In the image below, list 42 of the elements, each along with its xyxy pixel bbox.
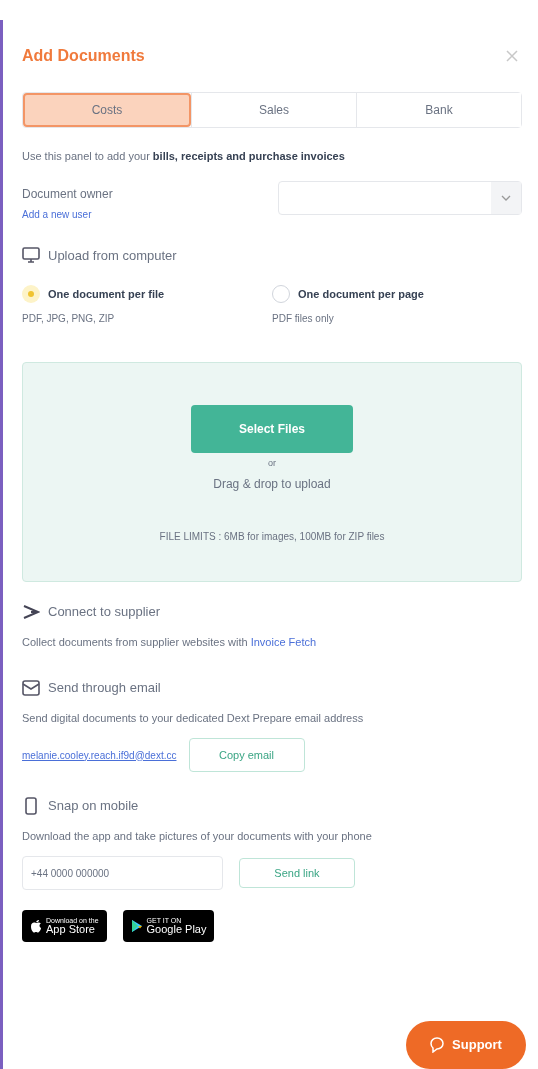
file-limits-text: FILE LIMITS : 6MB for images, 100MB for ZIP files xyxy=(159,529,385,544)
drop-text: Drag & drop to upload xyxy=(213,475,331,493)
copy-email-button[interactable]: Copy email xyxy=(188,738,305,772)
envelope-icon xyxy=(22,679,40,696)
field-label: Document owner xyxy=(22,185,113,203)
invoice-fetch-link[interactable]: Invoice Fetch xyxy=(250,635,317,648)
owner-select[interactable] xyxy=(278,180,522,215)
option-label: One document per page xyxy=(298,286,424,302)
badge-title: Google Play xyxy=(146,924,207,935)
mobile-text: Download the app and take pictures of your documents with your phone xyxy=(22,828,373,844)
intro-text: Use this panel to add your bills, receipts and purchase invoices xyxy=(22,149,346,164)
tab[interactable]: Bank xyxy=(356,93,521,127)
section-heading: Send through email xyxy=(48,679,161,697)
email-address-link[interactable]: melanie.cooley.reach.if9d@dext.cc xyxy=(22,747,177,763)
send-link-button[interactable]: Send link xyxy=(239,858,355,888)
option-hint: PDF, JPG, PNG, ZIP xyxy=(22,312,116,326)
section-heading: Connect to supplier xyxy=(48,603,160,621)
panel-title: Add Documents xyxy=(22,46,145,66)
add-user-link[interactable]: Add a new user xyxy=(22,206,113,222)
radio-button[interactable] xyxy=(272,285,290,303)
section-heading: Upload from computer xyxy=(48,246,177,265)
tab[interactable]: Costs xyxy=(23,93,191,127)
badge-title: App Store xyxy=(46,924,96,935)
drop-zone[interactable]: Select Files or Drag & drop to upload FILE LIMITS : 6MB for images, 100MB for ZIP files xyxy=(22,362,522,582)
play-icon xyxy=(130,919,143,933)
support-button[interactable]: Support xyxy=(406,1021,526,1069)
monitor-icon xyxy=(22,247,40,264)
chat-icon xyxy=(430,1037,445,1053)
phone-input-field[interactable]: +44 0000 000000 xyxy=(22,856,223,890)
radio-button[interactable] xyxy=(22,285,40,303)
supplier-text: Collect documents from supplier websites with Invoice Fetch xyxy=(22,634,318,650)
apple-icon xyxy=(30,919,42,933)
section-heading: Snap on mobile xyxy=(48,797,139,815)
option-hint: PDF files only xyxy=(272,312,335,326)
phone-icon xyxy=(22,796,40,815)
close-icon[interactable] xyxy=(506,50,518,62)
share-icon xyxy=(22,603,40,620)
option-label: One document per file xyxy=(48,286,165,302)
email-text: Send digital documents to your dedicated Dext Prepare email address xyxy=(22,710,365,726)
chevron-down-icon xyxy=(501,194,511,201)
select-files-button[interactable]: Select Files xyxy=(191,405,353,453)
or-text: or xyxy=(268,457,276,470)
